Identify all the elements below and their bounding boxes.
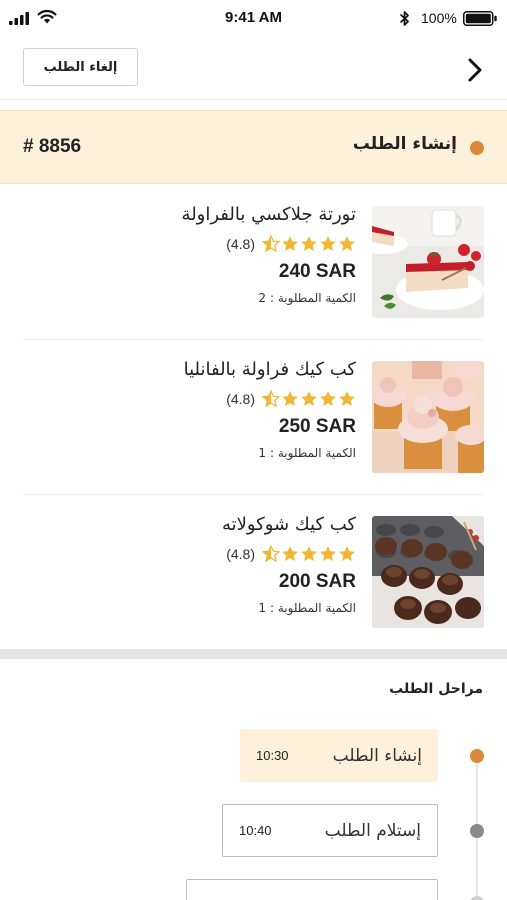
order-status-dot [470,141,484,155]
star-half-icon [262,390,280,408]
star-full-icon [320,546,336,562]
star-rating [262,390,356,408]
order-item[interactable]: كب كيك فراولة بالفانليا (4.8) 250 SAR ال… [23,340,484,495]
star-full-icon [282,236,298,252]
stage-label: إنشاء الطلب [332,745,422,766]
item-price: 240 SAR [278,261,356,282]
back-chevron-icon[interactable] [463,56,487,84]
star-full-icon [339,391,355,407]
star-full-icon [339,236,355,252]
order-stages-title: مراحل الطلب [389,681,483,697]
item-price: 250 SAR [278,416,356,437]
item-quantity: الكمية المطلوبة : 1 [56,601,356,619]
battery-icon [463,11,497,26]
item-quantity: الكمية المطلوبة : 2 [56,291,356,309]
quantity-value: 1 [258,601,266,615]
rating-value: (4.8) [226,236,255,252]
cancel-order-button[interactable]: إلغاء الطلب [23,48,138,86]
stage-dot-next [470,896,484,900]
star-full-icon [320,391,336,407]
stage-label: إستلام الطلب [324,820,421,841]
stage-order-created: 10:30 إنشاء الطلب [240,729,438,782]
quantity-value: 2 [258,291,266,305]
rating-value: (4.8) [226,391,255,407]
star-full-icon [282,546,298,562]
item-details: كب كيك شوكولاته (4.8) 200 SAR الكمية الم… [56,511,356,619]
quantity-label: الكمية المطلوبة : [270,446,356,460]
rating-row: (4.8) [56,234,356,254]
bluetooth-icon [399,11,409,26]
star-rating [262,235,356,253]
stage-order-next [186,879,438,900]
star-full-icon [301,391,317,407]
star-half-icon [262,235,280,253]
order-status-banner: # 8856 إنشاء الطلب [0,110,507,184]
stage-order-received: 10:40 إستلام الطلب [222,804,438,857]
quantity-label: الكمية المطلوبة : [270,601,356,615]
star-full-icon [320,236,336,252]
quantity-label: الكمية المطلوبة : [270,291,356,305]
item-name: كب كيك شوكولاته [221,514,356,535]
stage-time: 10:40 [239,823,272,838]
order-status-label: إنشاء الطلب [352,134,457,154]
item-name: كب كيك فراولة بالفانليا [183,359,356,380]
star-half-icon [262,545,280,563]
quantity-value: 1 [258,446,266,460]
stage-dot-created [470,749,484,763]
rating-value: (4.8) [226,546,255,562]
section-divider [0,649,507,659]
star-rating [262,545,356,563]
star-full-icon [339,546,355,562]
cheesecake-image [372,206,484,318]
order-item[interactable]: تورتة جلاكسي بالفراولة (4.8) 240 SAR الك… [23,185,484,340]
star-full-icon [301,546,317,562]
stage-dot-received [470,824,484,838]
rating-row: (4.8) [56,389,356,409]
battery-percentage: 100% [421,10,457,26]
rating-row: (4.8) [56,544,356,564]
strawberry-cupcake-image [372,361,484,473]
item-details: تورتة جلاكسي بالفراولة (4.8) 240 SAR الك… [56,201,356,309]
item-name: تورتة جلاكسي بالفراولة [181,204,356,225]
item-details: كب كيك فراولة بالفانليا (4.8) 250 SAR ال… [56,356,356,464]
star-full-icon [301,236,317,252]
order-item[interactable]: كب كيك شوكولاته (4.8) 200 SAR الكمية الم… [23,495,484,650]
item-quantity: الكمية المطلوبة : 1 [56,446,356,464]
order-number: # 8856 [23,136,82,157]
chocolate-cupcake-image [372,516,484,628]
status-bar: 9:41 AM 100% [0,0,507,36]
star-full-icon [282,391,298,407]
stage-time: 10:30 [256,748,289,763]
app-bar: إلغاء الطلب [0,36,507,100]
item-price: 200 SAR [278,571,356,592]
